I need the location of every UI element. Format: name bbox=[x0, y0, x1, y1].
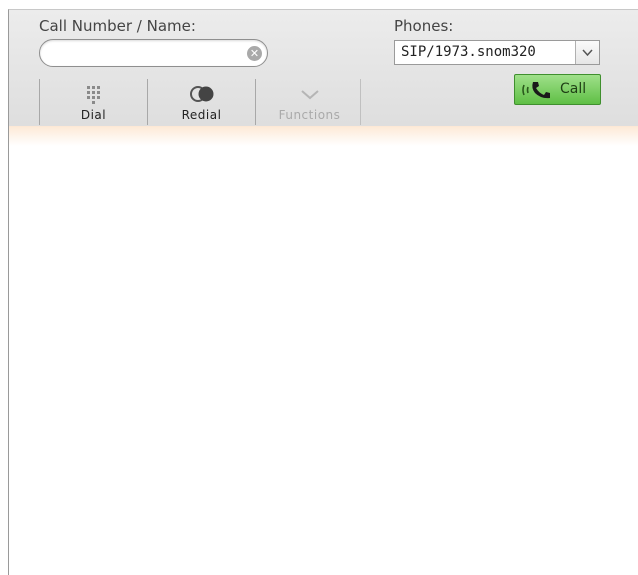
toolbar: Call Number / Name: Phones: ✕ SIP/1973.s… bbox=[9, 10, 638, 127]
chevron-down-icon bbox=[300, 84, 320, 108]
call-button-label: Call bbox=[560, 81, 587, 97]
toolbar-glow bbox=[9, 126, 638, 146]
phones-select-value: SIP/1973.snom320 bbox=[401, 44, 536, 60]
dial-button[interactable]: Dial bbox=[39, 79, 147, 125]
keypad-icon bbox=[84, 84, 104, 110]
phone-handset-icon bbox=[521, 79, 555, 105]
dial-label: Dial bbox=[80, 108, 107, 122]
redial-label: Redial bbox=[181, 108, 222, 122]
redial-button[interactable]: Redial bbox=[147, 79, 255, 125]
phone-panel: Call Number / Name: Phones: ✕ SIP/1973.s… bbox=[8, 9, 638, 575]
call-number-field[interactable]: ✕ bbox=[39, 39, 268, 67]
call-number-label: Call Number / Name: bbox=[39, 17, 196, 35]
functions-button[interactable]: Functions bbox=[255, 79, 363, 125]
phones-select[interactable]: SIP/1973.snom320 bbox=[394, 40, 600, 65]
functions-label: Functions bbox=[278, 108, 341, 122]
phones-label: Phones: bbox=[394, 17, 454, 35]
chevron-down-icon[interactable] bbox=[575, 41, 599, 64]
clear-icon[interactable]: ✕ bbox=[247, 46, 262, 61]
toolbar-divider bbox=[360, 79, 361, 125]
redial-circles-icon bbox=[188, 84, 216, 108]
call-number-input[interactable] bbox=[50, 44, 244, 64]
call-button[interactable]: Call bbox=[514, 74, 601, 105]
